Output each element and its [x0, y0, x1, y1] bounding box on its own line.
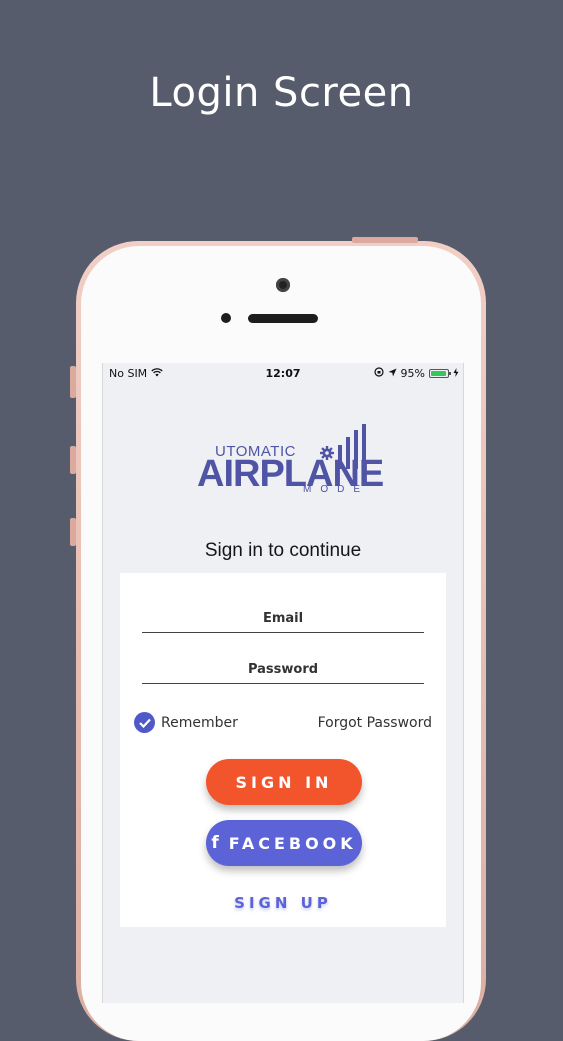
sign-in-button[interactable]: SIGN IN [206, 759, 362, 805]
gear-icon [320, 446, 334, 460]
password-label: Password [247, 662, 319, 677]
email-field[interactable]: Email [142, 611, 424, 633]
signal-bars-icon [319, 421, 383, 474]
battery-icon [429, 369, 451, 378]
app-logo: UTOMATIC AIRPLANE MODE [193, 421, 384, 501]
facebook-label: FACEBOOK [228, 833, 357, 853]
app-screen: No SIM 12:07 95% UTOMATIC AIRPLANE MODE [102, 363, 464, 1003]
battery-percent: 95% [400, 367, 425, 380]
facebook-login-button[interactable]: f FACEBOOK [206, 820, 362, 866]
phone-volume-up [70, 446, 76, 474]
password-underline [142, 683, 424, 684]
phone-mute-switch [70, 366, 76, 398]
sign-in-label: SIGN IN [235, 772, 333, 792]
facebook-icon: f [211, 833, 219, 853]
password-field[interactable]: Password [142, 662, 424, 684]
remember-label: Remember [161, 714, 238, 731]
page-headline: Login Screen [149, 70, 414, 116]
front-camera [276, 278, 290, 292]
checkmark-icon [134, 712, 155, 733]
sign-up-link[interactable]: SIGN UP [120, 894, 446, 912]
login-card: Email Password Remember Forgot Password … [120, 573, 446, 927]
charging-icon [453, 367, 459, 380]
location-arrow-icon [388, 367, 397, 380]
email-underline [142, 632, 424, 633]
orientation-lock-icon [373, 367, 384, 380]
earpiece-speaker [248, 314, 318, 323]
forgot-password-link[interactable]: Forgot Password [318, 715, 432, 731]
remember-checkbox[interactable]: Remember [134, 712, 238, 733]
phone-volume-down [70, 518, 76, 546]
phone-top-button [352, 237, 418, 243]
proximity-sensor [221, 313, 231, 323]
sign-in-subtitle: Sign in to continue [204, 540, 362, 561]
status-bar: No SIM 12:07 95% [103, 363, 463, 383]
logo-text-mode: MODE [303, 484, 369, 495]
email-label: Email [262, 611, 304, 626]
